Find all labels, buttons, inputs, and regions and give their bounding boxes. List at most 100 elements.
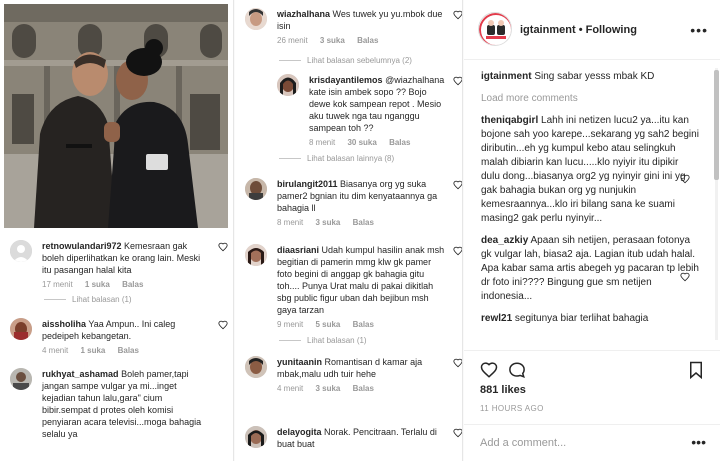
comment-username[interactable]: theniqabgirl	[481, 115, 538, 126]
heart-icon[interactable]	[453, 10, 462, 20]
comment-meta: 8 menit 3 suka Balas	[277, 217, 445, 229]
scrollbar-thumb[interactable]	[714, 70, 719, 180]
add-comment-input[interactable]	[480, 434, 676, 452]
comment-time: 4 menit	[277, 384, 304, 393]
comment-reply-item: krisdayantilemos @wiazhalhana kate isin …	[277, 74, 462, 149]
comment-username[interactable]: rukhyat_ashamad	[42, 369, 119, 379]
separator-dot: •	[578, 24, 583, 36]
avatar[interactable]	[245, 8, 267, 30]
comment-meta: 9 menit 5 suka Balas	[277, 319, 445, 331]
following-button[interactable]: Following	[586, 24, 637, 36]
add-comment-bar: •••	[464, 424, 720, 461]
comment-item: retnowulandari972 Kemesraan gak boleh di…	[10, 240, 228, 291]
comment-likes[interactable]: 3 suka	[315, 218, 340, 227]
comment-likes[interactable]: 1 suka	[85, 280, 110, 289]
avatar[interactable]	[10, 368, 32, 390]
heart-icon[interactable]	[453, 358, 462, 368]
comment-meta: 26 menit 3 suka Balas	[277, 35, 445, 47]
comment-item: aissholiha Yaa Ampun.. Ini caleg pedeipe…	[10, 318, 228, 357]
avatar[interactable]	[10, 318, 32, 340]
heart-icon[interactable]	[453, 76, 462, 86]
view-more-replies-link[interactable]: Lihat balasan lainnya (8)	[279, 154, 394, 163]
comments-panel-left: retnowulandari972 Kemesraan gak boleh di…	[0, 0, 234, 461]
comment-time: 17 menit	[42, 280, 73, 289]
post-header: igtainment • Following •••	[464, 0, 720, 60]
avatar[interactable]	[245, 244, 267, 266]
avatar[interactable]	[245, 178, 267, 200]
comment-item: theniqabgirl Lahh ini netizen lucu2 ya..…	[481, 114, 699, 226]
comment-item: dea_azkiy Apaan sih netijen, perasaan fo…	[481, 234, 699, 304]
comment-time: 26 menit	[277, 36, 308, 45]
comment-meta: 8 menit 30 suka Balas	[309, 137, 445, 149]
comment-item: delayogita Norak. Pencitraan. Terlalu di…	[245, 426, 462, 450]
reply-button[interactable]: Balas	[353, 218, 374, 227]
heart-icon[interactable]	[680, 272, 690, 282]
comment-time: 8 menit	[309, 138, 336, 147]
comment-time: 8 menit	[277, 218, 304, 227]
comment-username[interactable]: delayogita	[277, 427, 322, 437]
more-options-icon[interactable]: •••	[691, 434, 706, 450]
comment-username[interactable]: aissholiha	[42, 319, 86, 329]
avatar[interactable]	[245, 426, 267, 448]
comment-meta: 4 menit 1 suka Balas	[42, 345, 210, 357]
comment-likes[interactable]: 3 suka	[320, 36, 345, 45]
view-previous-replies-link[interactable]: Lihat balasan sebelumnya (2)	[279, 56, 412, 65]
comment-time: 4 menit	[42, 346, 69, 355]
reply-button[interactable]: Balas	[357, 36, 378, 45]
comment-text: Boleh pamer,tapi jangan sampe vulgar ya …	[42, 369, 202, 439]
reply-button[interactable]: Balas	[118, 346, 139, 355]
view-replies-link[interactable]: Lihat balasan (1)	[279, 336, 367, 345]
bookmark-icon[interactable]	[688, 361, 704, 379]
comment-item: yunitaanin Romantisan d kamar aja mbak,m…	[245, 356, 462, 395]
like-heart-icon[interactable]	[480, 361, 498, 379]
caption-username[interactable]: igtainment	[481, 71, 532, 82]
account-header: igtainment • Following	[520, 24, 637, 36]
comment-username[interactable]: wiazhalhana	[277, 9, 330, 19]
comment-meta: 4 menit 3 suka Balas	[277, 383, 445, 395]
comment-likes[interactable]: 3 suka	[315, 384, 340, 393]
heart-icon[interactable]	[218, 320, 228, 330]
comment-username[interactable]: yunitaanin	[277, 357, 322, 367]
heart-icon[interactable]	[218, 242, 228, 252]
likes-count[interactable]: 881 likes	[480, 384, 526, 396]
comments-scrollbar[interactable]	[714, 60, 719, 350]
avatar[interactable]	[10, 240, 32, 262]
caption: igtainment Sing sabar yesss mbak KD	[481, 70, 699, 84]
view-replies-link[interactable]: Lihat balasan (1)	[44, 295, 132, 304]
more-options-icon[interactable]: •••	[690, 22, 708, 38]
comment-likes[interactable]: 5 suka	[315, 320, 340, 329]
post-photo	[4, 4, 228, 228]
comment-username[interactable]: rewl21	[481, 313, 512, 324]
comment-likes[interactable]: 1 suka	[80, 346, 105, 355]
heart-icon[interactable]	[680, 174, 690, 184]
comment-likes[interactable]: 30 suka	[347, 138, 376, 147]
load-more-comments-link[interactable]: Load more comments	[481, 92, 699, 106]
comment-bubble-icon[interactable]	[508, 361, 526, 379]
account-avatar[interactable]	[478, 12, 512, 46]
heart-icon[interactable]	[453, 180, 462, 190]
reply-button[interactable]: Balas	[389, 138, 410, 147]
comment-username[interactable]: krisdayantilemos	[309, 75, 383, 85]
account-name[interactable]: igtainment	[520, 24, 576, 36]
caption-text: Sing sabar yesss mbak KD	[534, 71, 655, 82]
comment-item: diaasriani Udah kumpul hasilin anak msh …	[245, 244, 462, 331]
comment-username[interactable]: dea_azkiy	[481, 235, 528, 246]
comment-item: wiazhalhana Wes tuwek yu yu.mbok due isi…	[245, 8, 462, 47]
comment-time: 9 menit	[277, 320, 304, 329]
comment-text: Udah kumpul hasilin anak msh begitian di…	[277, 245, 445, 315]
comment-username[interactable]: retnowulandari972	[42, 241, 122, 251]
comment-text: Lahh ini netizen lucu2 ya...itu kan bojo…	[481, 115, 699, 224]
reply-button[interactable]: Balas	[353, 384, 374, 393]
comment-text: segitunya biar terlihat bahagia	[514, 313, 649, 324]
heart-icon[interactable]	[453, 428, 462, 438]
comment-username[interactable]: diaasriani	[277, 245, 319, 255]
comment-username[interactable]: birulangit2011	[277, 179, 338, 189]
comment-item: birulangit2011 Biasanya org yg suka pame…	[245, 178, 462, 229]
reply-button[interactable]: Balas	[122, 280, 143, 289]
heart-icon[interactable]	[453, 246, 462, 256]
avatar[interactable]	[277, 74, 299, 96]
comments-panel-middle: wiazhalhana Wes tuwek yu yu.mbok due isi…	[235, 0, 463, 461]
post-timestamp: 11 HOURS AGO	[480, 404, 544, 413]
reply-button[interactable]: Balas	[353, 320, 374, 329]
avatar[interactable]	[245, 356, 267, 378]
